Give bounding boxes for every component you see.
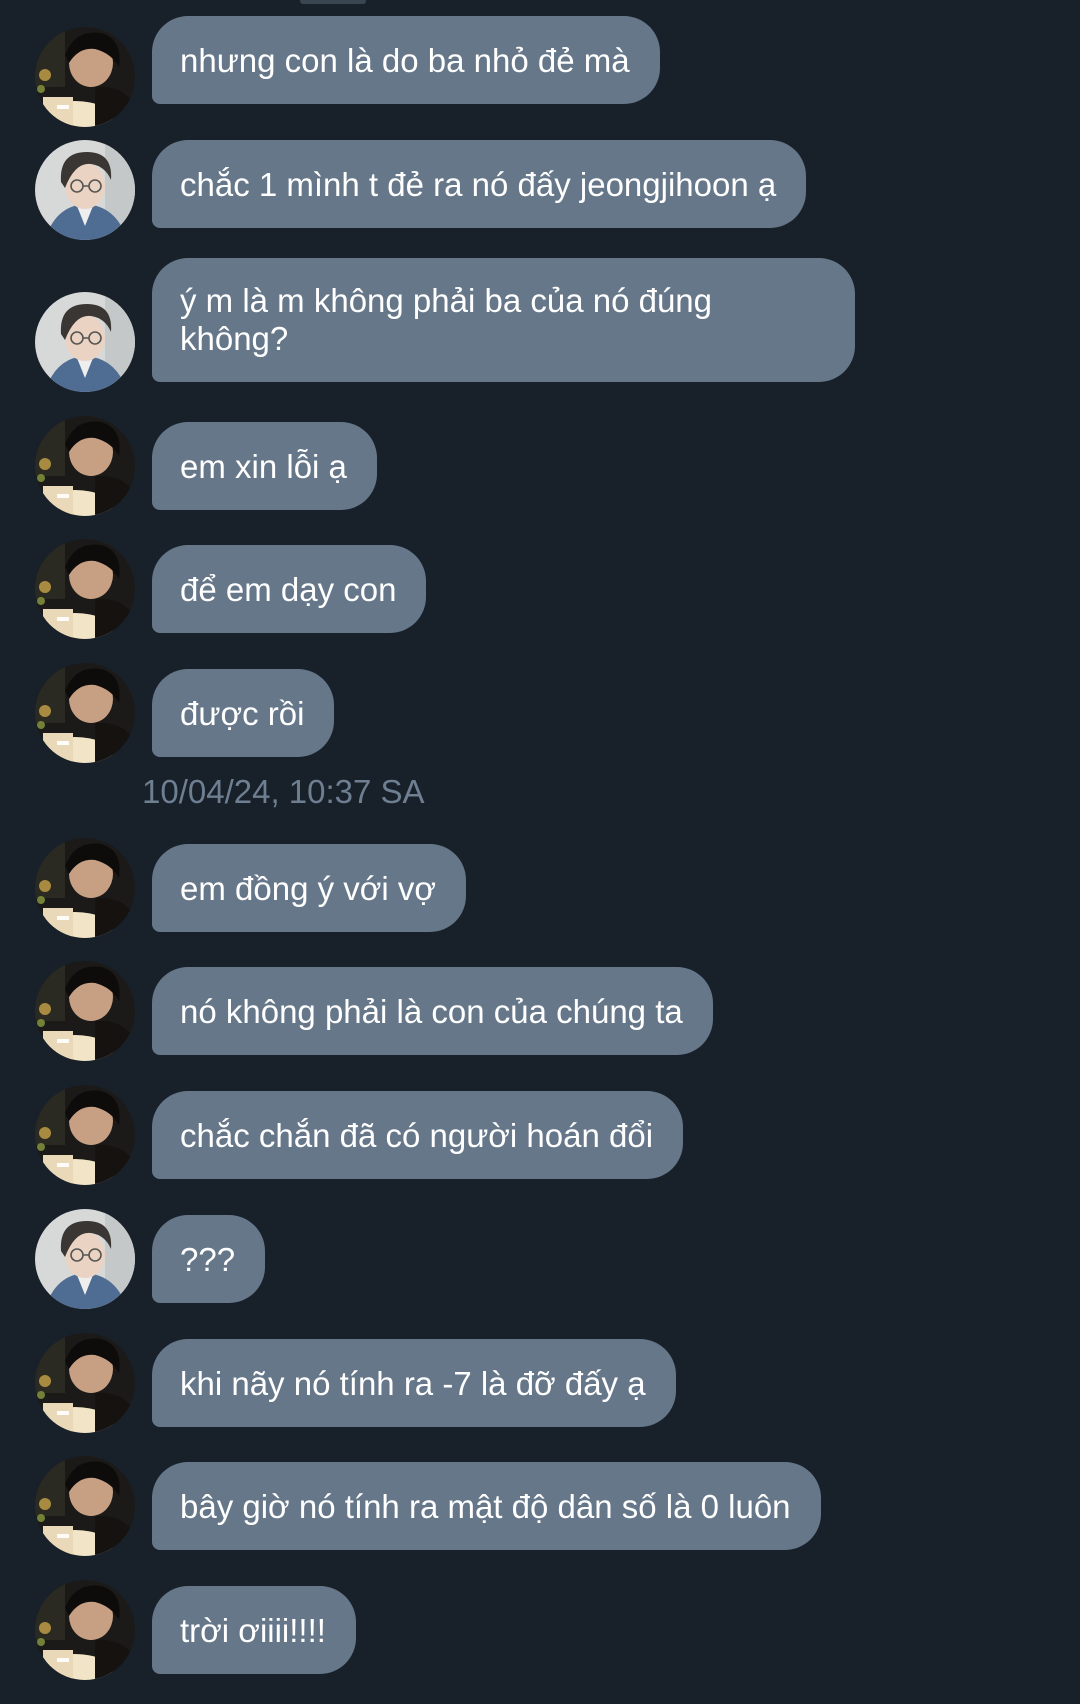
avatar[interactable] — [35, 961, 135, 1061]
avatar[interactable] — [35, 1333, 135, 1433]
top-edge-fragment — [300, 0, 366, 4]
avatar[interactable] — [35, 663, 135, 763]
avatar[interactable] — [35, 1580, 135, 1680]
avatar[interactable] — [35, 539, 135, 639]
message-bubble[interactable]: chắc 1 mình t đẻ ra nó đấy jeongjihoon ạ — [152, 140, 807, 228]
message-bubble[interactable]: trời ơiiii!!!! — [152, 1586, 356, 1674]
message-bubble[interactable]: được rồi — [152, 669, 335, 757]
message-bubble[interactable]: ý m là m không phải ba của nó đúng không… — [152, 258, 855, 382]
message-bubble[interactable]: em đồng ý với vợ — [152, 844, 467, 932]
avatar[interactable] — [35, 27, 135, 127]
avatar[interactable] — [35, 140, 135, 240]
message-bubble[interactable]: bây giờ nó tính ra mật độ dân số là 0 lu… — [152, 1462, 821, 1550]
avatar[interactable] — [35, 838, 135, 938]
message-bubble[interactable]: nó không phải là con của chúng ta — [152, 967, 713, 1055]
avatar[interactable] — [35, 416, 135, 516]
avatar[interactable] — [35, 1209, 135, 1309]
message-bubble[interactable]: khi nãy nó tính ra -7 là đỡ đấy ạ — [152, 1339, 676, 1427]
avatar[interactable] — [35, 1085, 135, 1185]
avatar[interactable] — [35, 1456, 135, 1556]
message-timestamp: 10/04/24, 10:37 SA — [142, 773, 425, 810]
avatar[interactable] — [35, 292, 135, 392]
message-bubble[interactable]: em xin lỗi ạ — [152, 422, 377, 510]
message-bubble[interactable]: ??? — [152, 1215, 266, 1303]
message-bubble[interactable]: nhưng con là do ba nhỏ đẻ mà — [152, 16, 660, 104]
message-bubble[interactable]: để em dạy con — [152, 545, 427, 633]
message-bubble[interactable]: chắc chắn đã có người hoán đổi — [152, 1091, 684, 1179]
